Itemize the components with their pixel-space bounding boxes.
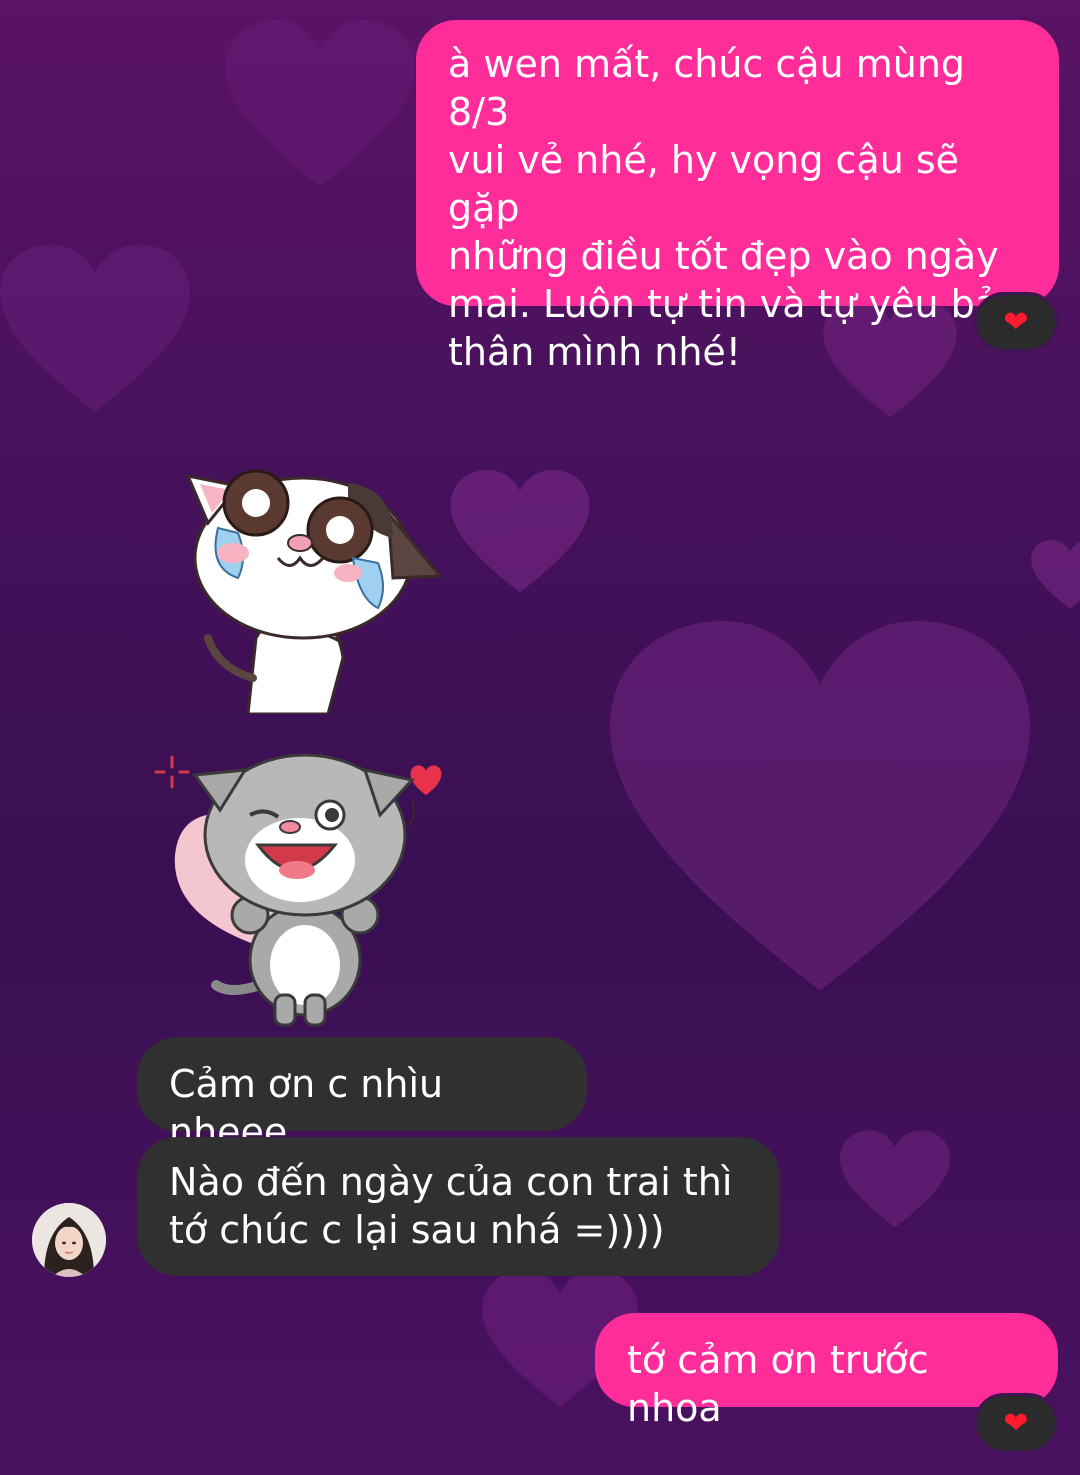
cat-sticker-image — [185, 469, 444, 716]
crying-happy-cat-sticker[interactable] — [178, 458, 448, 716]
heart-icon: ❤ — [1003, 1405, 1029, 1441]
background-heart-icon — [225, 20, 415, 187]
background-heart-icon — [840, 1130, 950, 1228]
incoming-message-bubble[interactable]: Nào đến ngày của con trai thì tớ chúc c … — [137, 1137, 780, 1276]
background-heart-icon — [450, 470, 590, 593]
incoming-message-bubble[interactable]: Cảm ơn c nhìu nheee — [137, 1037, 587, 1154]
message-reaction[interactable]: ❤ — [974, 292, 1058, 352]
cat-sticker-image — [154, 753, 442, 1027]
message-reaction[interactable]: ❤ — [974, 1393, 1058, 1453]
background-heart-icon — [0, 244, 190, 412]
outgoing-message-bubble[interactable]: tớ cảm ơn trước nhoa — [595, 1313, 1058, 1430]
avatar-image — [32, 1203, 106, 1277]
heart-icon: ❤ — [1003, 304, 1029, 340]
winking-gray-cat-sticker[interactable] — [150, 745, 450, 1030]
background-heart-icon — [1031, 540, 1080, 609]
outgoing-message-bubble[interactable]: à wen mất, chúc cậu mùng 8/3 vui vẻ nhé,… — [416, 20, 1059, 374]
contact-avatar[interactable] — [32, 1203, 106, 1277]
background-heart-icon — [610, 621, 1030, 991]
